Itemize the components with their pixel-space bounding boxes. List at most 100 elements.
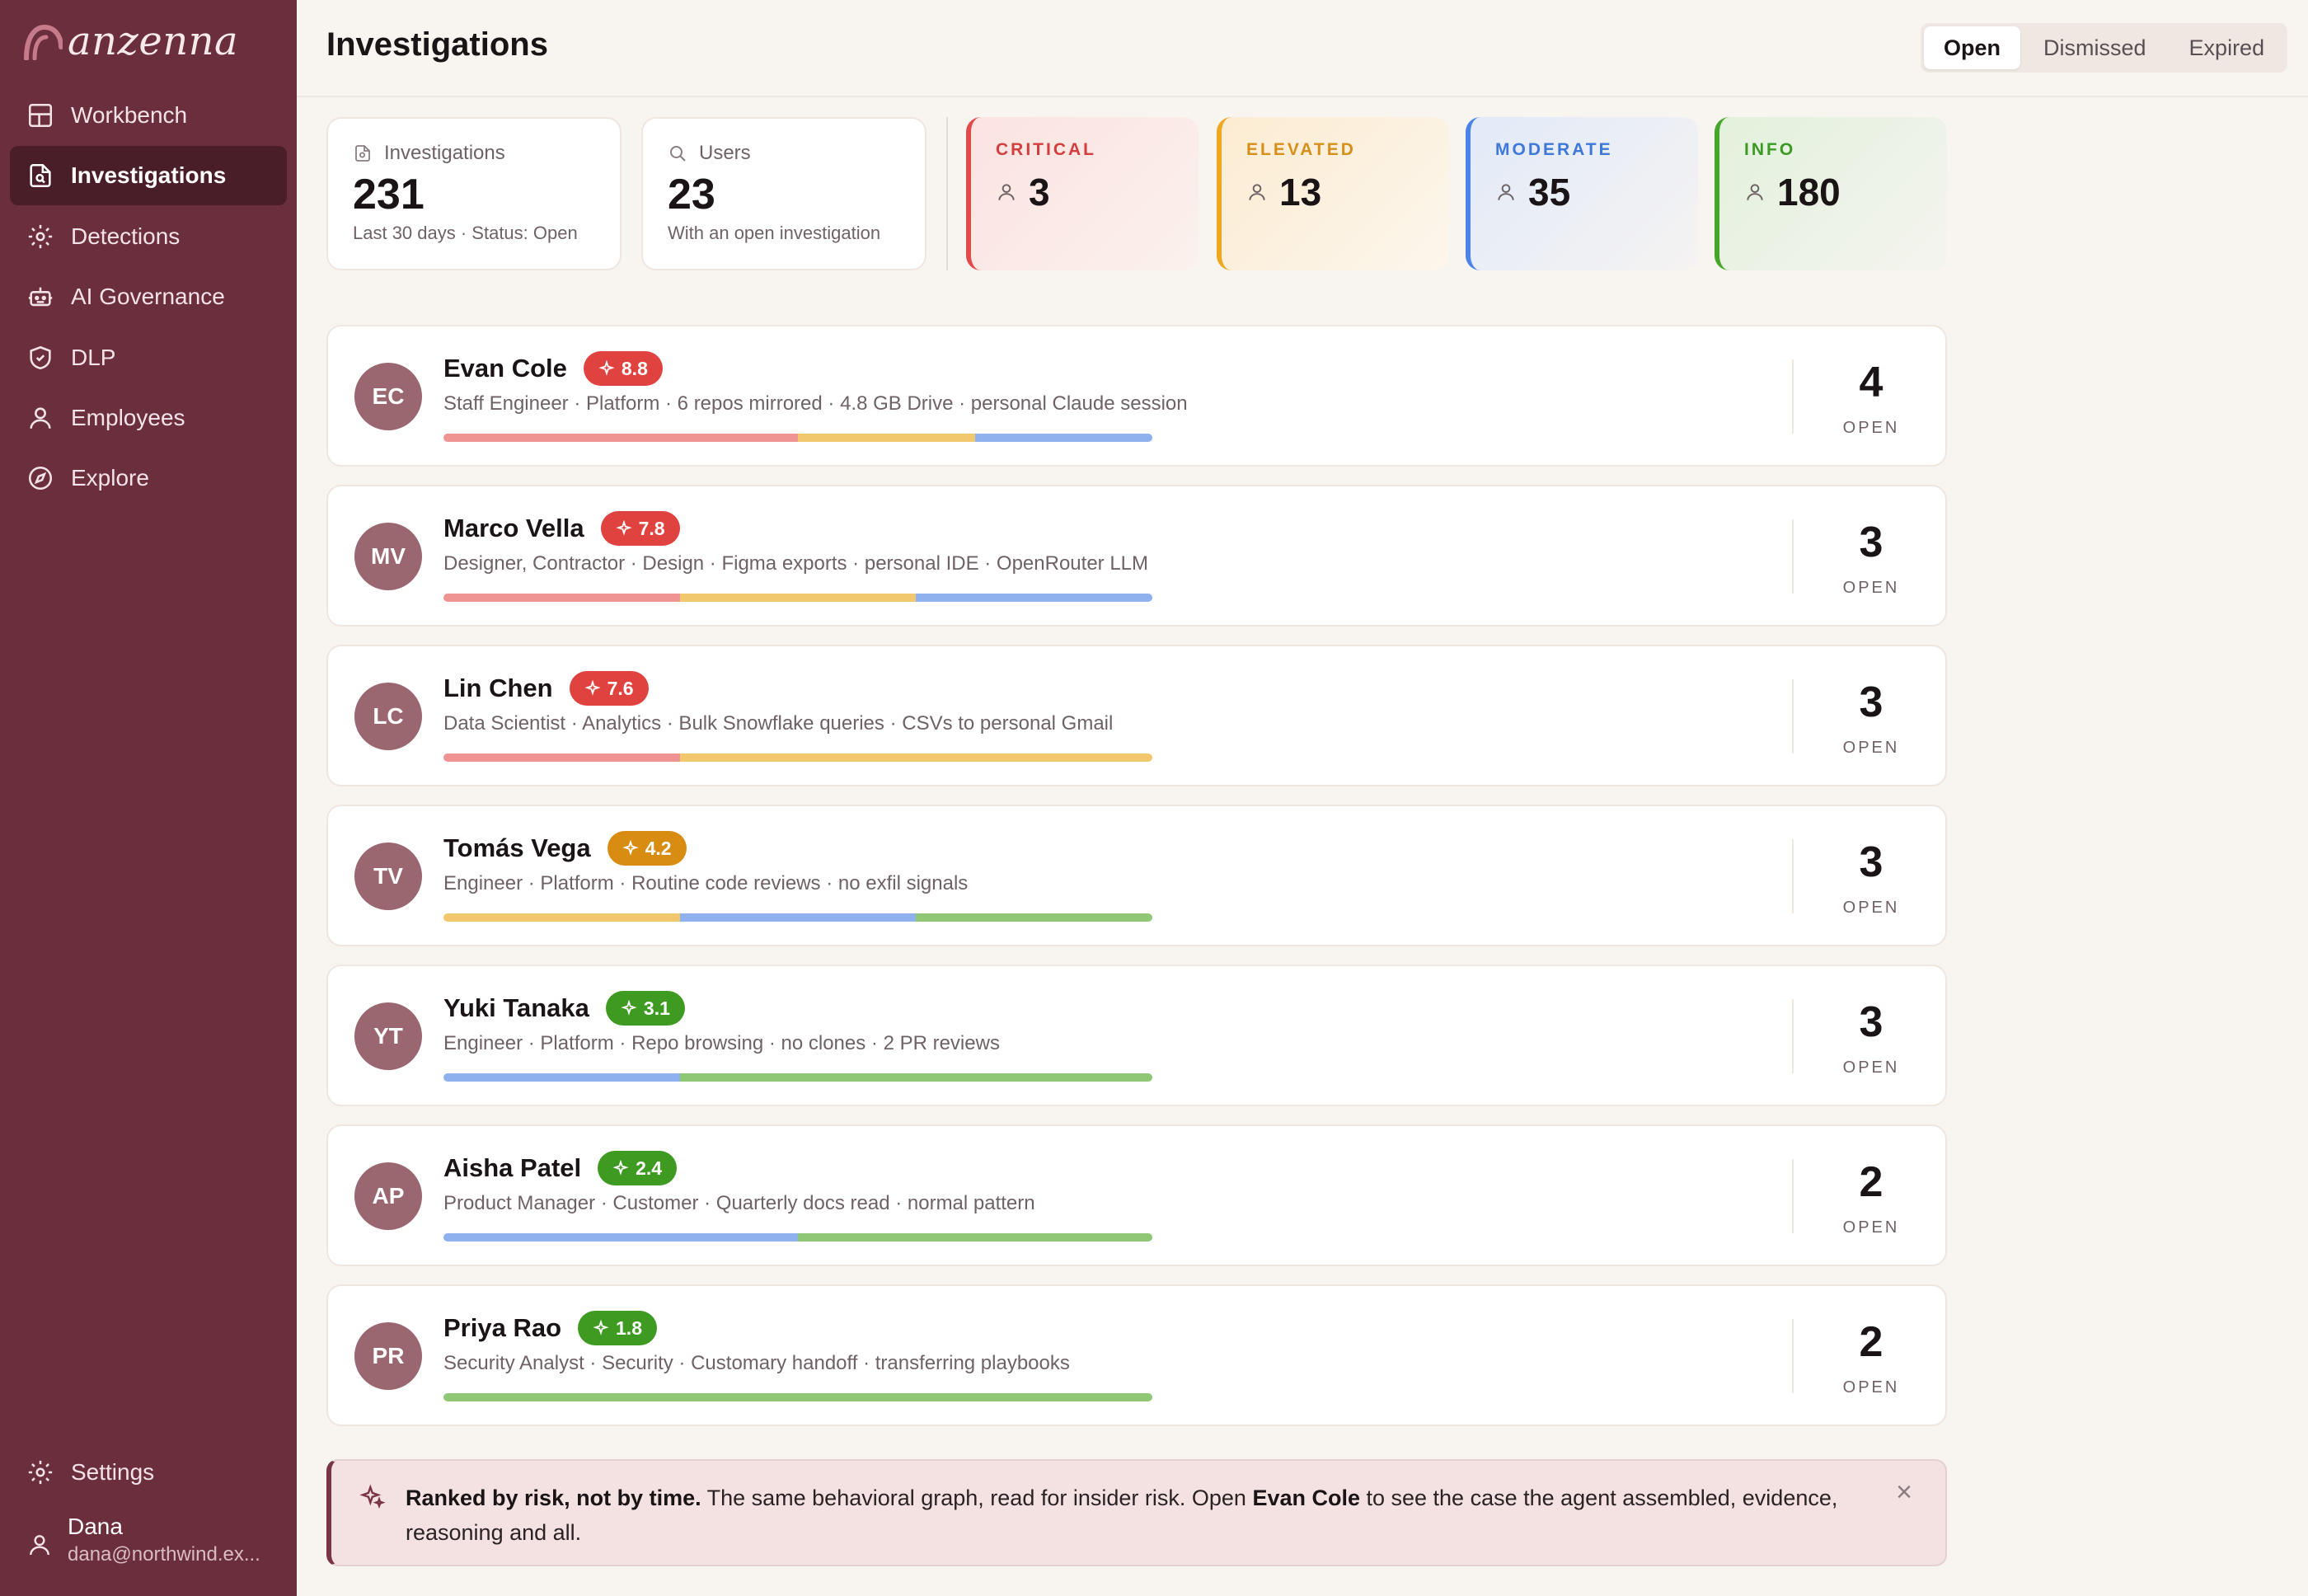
sidebar-item-label: Explore — [71, 465, 149, 491]
risk-score-badge: 7.6 — [569, 671, 649, 706]
employee-name: Evan Cole — [443, 354, 567, 383]
radar-icon — [28, 224, 53, 248]
avatar: TV — [354, 843, 422, 910]
employee-name: Priya Rao — [443, 1313, 562, 1342]
sidebar-item-ai-governance[interactable]: AI Governance — [10, 267, 287, 326]
severity-value: 35 — [1528, 171, 1571, 214]
severity-label: INFO — [1744, 140, 1796, 159]
severity-card-info[interactable]: INFO 180 — [1715, 117, 1947, 270]
risk-score-badge: 2.4 — [598, 1151, 678, 1185]
logo-text: anzenna — [68, 18, 239, 64]
close-icon[interactable]: × — [1888, 1476, 1921, 1509]
sidebar-item-label: Employees — [71, 404, 185, 430]
layout-icon — [28, 103, 53, 128]
employee-meta: Security Analyst · Security · Customary … — [443, 1352, 1070, 1374]
tab-expired[interactable]: Expired — [2170, 26, 2285, 69]
stats-divider — [946, 117, 948, 270]
risk-segment-red — [443, 434, 798, 442]
employee-meta: Designer, Contractor · Design · Figma ex… — [443, 552, 1149, 575]
open-count: 3 — [1859, 838, 1883, 886]
open-count-label: OPEN — [1842, 899, 1900, 917]
sidebar-item-detections[interactable]: Detections — [10, 207, 287, 266]
risk-segment-blue — [679, 913, 917, 922]
info-callout: Ranked by risk, not by time. The same be… — [326, 1459, 1947, 1566]
avatar: YT — [354, 1002, 422, 1070]
severity-card-critical[interactable]: CRITICAL 3 — [966, 117, 1199, 270]
sidebar-item-dlp[interactable]: DLP — [10, 328, 287, 387]
user-icon — [1249, 184, 1265, 200]
risk-segment-green — [916, 913, 1152, 922]
avatar: EC — [354, 363, 422, 430]
page-title: Investigations — [326, 26, 548, 63]
risk-segment-amber — [443, 913, 680, 922]
employee-name: Yuki Tanaka — [443, 993, 589, 1022]
sparkle-icon — [598, 360, 615, 376]
investigation-row[interactable]: LC Lin Chen 7.6 Data Scientist · Analyti… — [326, 645, 1947, 786]
compass-icon — [28, 467, 53, 491]
user-icon — [1498, 184, 1514, 200]
risk-segment-green — [443, 1393, 1152, 1401]
employee-name: Tomás Vega — [443, 833, 591, 862]
investigation-row[interactable]: EC Evan Cole 8.8 Staff Engineer · Platfo… — [326, 325, 1947, 467]
severity-label: MODERATE — [1495, 140, 1613, 159]
sidebar-item-label: Detections — [71, 223, 181, 249]
severity-card-moderate[interactable]: MODERATE 35 — [1466, 117, 1698, 270]
employee-name: Lin Chen — [443, 674, 553, 702]
app-logo[interactable]: anzenna — [23, 18, 238, 64]
sidebar-nav: Workbench Investigations Detections AI G… — [10, 86, 287, 509]
severity-label: ELEVATED — [1246, 140, 1356, 159]
sidebar-item-employees[interactable]: Employees — [10, 388, 287, 448]
risk-score-badge: 3.1 — [605, 991, 685, 1026]
sidebar-item-investigations[interactable]: Investigations — [10, 146, 287, 206]
risk-segment-amber — [679, 753, 1152, 762]
open-count-label: OPEN — [1842, 579, 1900, 597]
risk-mix-bar — [443, 753, 1152, 762]
sidebar-item-settings[interactable]: Settings — [10, 1443, 287, 1502]
risk-segment-blue — [916, 594, 1152, 602]
stat-subtext: With an open investigation — [668, 223, 881, 243]
investigation-row[interactable]: MV Marco Vella 7.8 Designer, Contractor … — [326, 485, 1947, 627]
avatar: AP — [354, 1162, 422, 1230]
sidebar-item-explore[interactable]: Explore — [10, 448, 287, 508]
risk-mix-bar — [443, 1393, 1152, 1401]
risk-score-badge: 8.8 — [583, 351, 663, 386]
stat-label: Investigations — [384, 142, 505, 164]
severity-card-elevated[interactable]: ELEVATED 13 — [1217, 117, 1449, 270]
sidebar-item-workbench[interactable]: Workbench — [10, 86, 287, 145]
severity-label: CRITICAL — [996, 140, 1096, 159]
employee-meta: Staff Engineer · Platform · 6 repos mirr… — [443, 392, 1188, 415]
avatar: LC — [354, 683, 422, 750]
risk-segment-amber — [679, 594, 917, 602]
stat-subtext: Last 30 days · Status: Open — [353, 223, 578, 243]
sidebar-item-label: DLP — [71, 344, 116, 370]
severity-value: 3 — [1029, 171, 1050, 214]
file-search-icon — [30, 164, 51, 188]
sparkle-icon — [584, 680, 601, 696]
stat-card-users: Users 23 With an open investigation — [641, 117, 926, 270]
investigation-row[interactable]: PR Priya Rao 1.8 Security Analyst · Secu… — [326, 1284, 1947, 1426]
open-count: 2 — [1859, 1158, 1883, 1206]
search-icon — [670, 146, 686, 162]
tab-dismissed[interactable]: Dismissed — [2024, 26, 2166, 69]
sidebar-item-label: AI Governance — [71, 284, 225, 310]
investigation-row[interactable]: YT Yuki Tanaka 3.1 Engineer · Platform ·… — [326, 965, 1947, 1106]
risk-segment-green — [798, 1233, 1152, 1242]
severity-value: 13 — [1279, 171, 1322, 214]
user-icon — [30, 1535, 49, 1556]
employee-meta: Engineer · Platform · Routine code revie… — [443, 872, 969, 894]
open-count-label: OPEN — [1842, 419, 1900, 437]
open-count: 4 — [1859, 359, 1883, 406]
severity-value: 180 — [1777, 171, 1841, 214]
user-profile[interactable]: Dana dana@northwind.ex... — [26, 1514, 260, 1566]
tab-open[interactable]: Open — [1924, 26, 2021, 69]
user-icon — [30, 407, 51, 429]
user-name: Dana — [68, 1514, 123, 1539]
investigation-row[interactable]: AP Aisha Patel 2.4 Product Manager · Cus… — [326, 1124, 1947, 1266]
main-content: Investigations Open Dismissed Expired In… — [297, 0, 2308, 1596]
risk-mix-bar — [443, 1233, 1152, 1242]
risk-mix-bar — [443, 594, 1152, 602]
open-count-label: OPEN — [1842, 1378, 1900, 1396]
investigation-row[interactable]: TV Tomás Vega 4.2 Engineer · Platform · … — [326, 805, 1947, 946]
callout-employee-link[interactable]: Evan Cole — [1252, 1486, 1360, 1510]
avatar: MV — [354, 523, 422, 590]
